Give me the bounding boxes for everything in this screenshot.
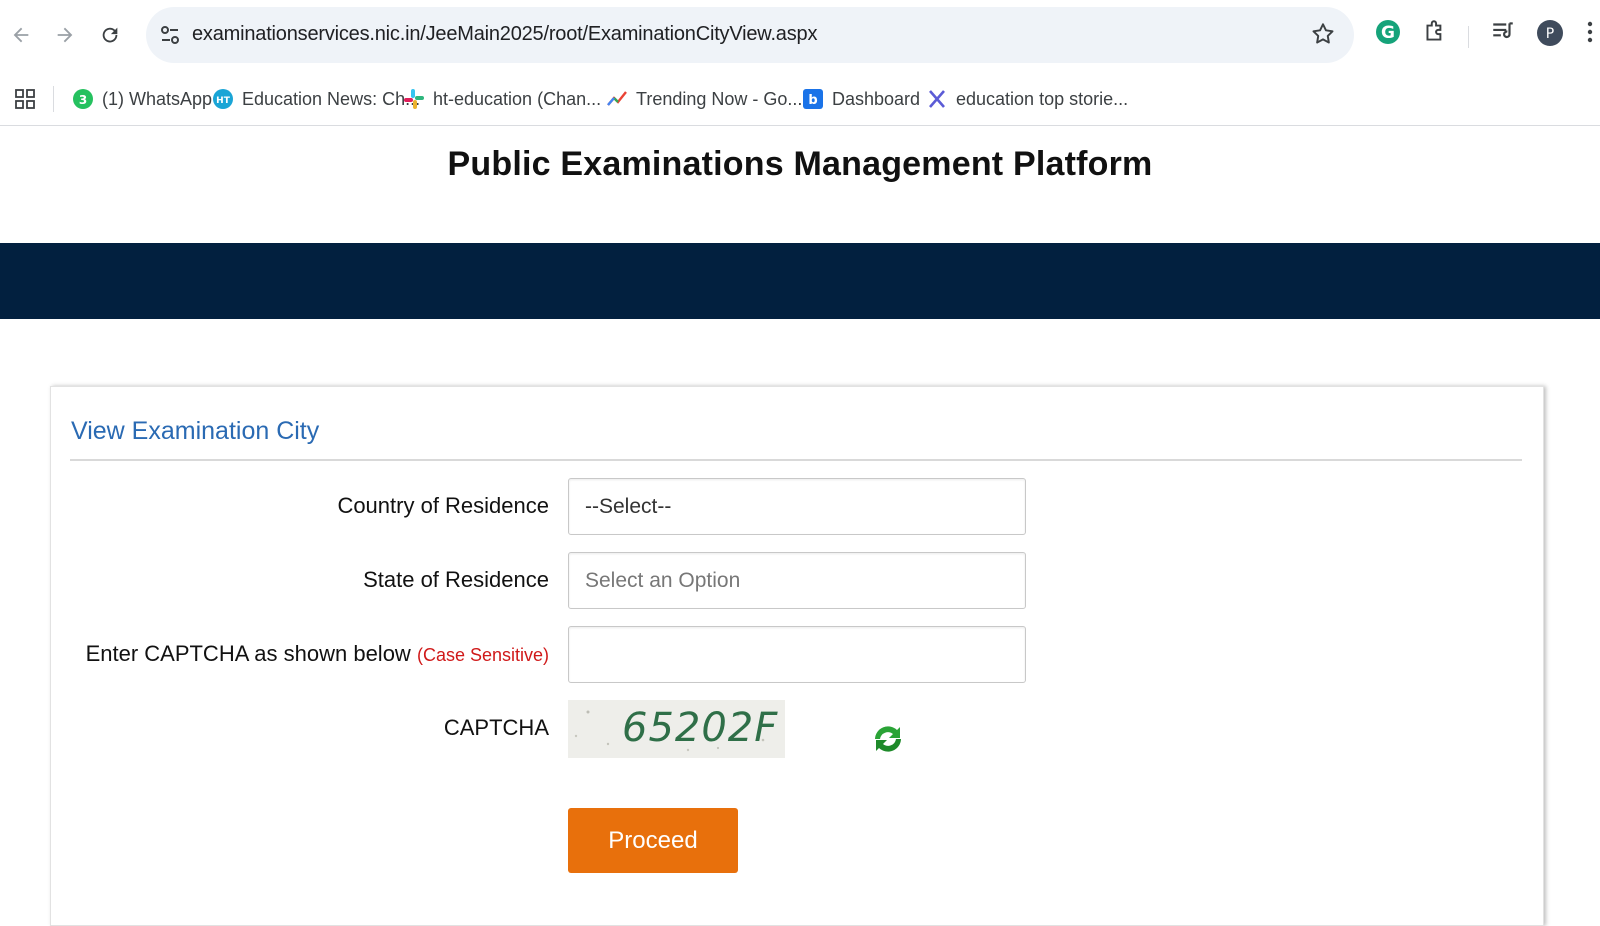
captcha-label: CAPTCHA — [443, 715, 549, 740]
title-divider — [70, 459, 1522, 461]
reading-list-icon[interactable] — [1490, 18, 1516, 49]
state-select-placeholder: Select an Option — [585, 569, 741, 592]
svg-text:G: G — [1381, 23, 1395, 43]
x-icon — [926, 88, 948, 110]
bookmark-education-top-stories[interactable]: education top storie... — [926, 86, 1128, 112]
back-icon[interactable] — [6, 20, 36, 50]
slack-icon — [403, 88, 425, 110]
whatsapp-icon: 3 — [72, 88, 94, 110]
bookmark-label: Dashboard — [832, 88, 921, 109]
country-label: Country of Residence — [337, 493, 549, 518]
bookmark-label: Education News: Ch... — [242, 88, 421, 109]
apps-grid-icon[interactable] — [14, 86, 36, 112]
view-city-form-card: View Examination City Country of Residen… — [50, 386, 1544, 926]
header-banner — [0, 243, 1600, 319]
country-select[interactable]: --Select-- — [568, 478, 1026, 535]
captcha-input-label-text: Enter CAPTCHA as shown below — [85, 641, 411, 666]
extensions-icon[interactable] — [1422, 18, 1448, 51]
country-select-value: --Select-- — [585, 495, 672, 518]
toolbar-divider — [1468, 26, 1469, 48]
reload-icon[interactable] — [95, 20, 125, 50]
bookmark-ht-education[interactable]: ht-education (Chan... — [403, 86, 601, 112]
ht-icon: HT — [212, 88, 234, 110]
menu-kebab-icon[interactable] — [1586, 18, 1594, 51]
profile-initial: P — [1546, 26, 1554, 42]
bookmark-whatsapp[interactable]: 3 (1) WhatsApp — [72, 86, 212, 112]
svg-text:HT: HT — [216, 96, 231, 106]
bookmark-label: (1) WhatsApp — [102, 88, 213, 109]
state-select[interactable]: Select an Option — [568, 552, 1026, 609]
bookmark-trending-now[interactable]: Trending Now - Go... — [606, 86, 802, 112]
dashboard-icon: b — [802, 88, 824, 110]
profile-avatar[interactable]: P — [1536, 19, 1564, 52]
browser-toolbar: examinationservices.nic.in/JeeMain2025/r… — [0, 0, 1600, 70]
bookmarks-bar: 3 (1) WhatsApp HT Education News: Ch... … — [0, 72, 1600, 126]
form-title: View Examination City — [71, 417, 320, 445]
captcha-image: 65202F — [568, 700, 785, 758]
trends-icon — [606, 88, 628, 110]
page-title: Public Examinations Management Platform — [447, 145, 1153, 183]
svg-text:3: 3 — [79, 93, 87, 107]
bookmark-dashboard[interactable]: b Dashboard — [802, 86, 920, 112]
site-settings-icon[interactable] — [156, 21, 184, 49]
state-label: State of Residence — [363, 567, 549, 592]
bookmark-label: ht-education (Chan... — [433, 88, 602, 109]
forward-icon[interactable] — [50, 20, 80, 50]
proceed-button[interactable]: Proceed — [568, 808, 738, 873]
case-sensitive-note: (Case Sensitive) — [416, 645, 549, 665]
address-bar[interactable]: examinationservices.nic.in/JeeMain2025/r… — [146, 7, 1354, 63]
bookmark-star-icon[interactable] — [1310, 21, 1336, 47]
svg-text:b: b — [808, 93, 817, 108]
grammarly-icon[interactable]: G — [1374, 18, 1402, 51]
bookmark-education-news[interactable]: HT Education News: Ch... — [212, 86, 420, 112]
bookmark-label: Trending Now - Go... — [636, 88, 803, 109]
refresh-captcha-icon[interactable] — [867, 713, 909, 765]
url-text[interactable]: examinationservices.nic.in/JeeMain2025/r… — [192, 23, 817, 46]
bookmark-label: education top storie... — [956, 88, 1129, 109]
bookmarks-divider — [53, 86, 54, 112]
captcha-input-label: Enter CAPTCHA as shown below (Case Sensi… — [86, 641, 549, 667]
captcha-code: 65202F — [622, 705, 779, 751]
captcha-input[interactable] — [568, 626, 1026, 683]
